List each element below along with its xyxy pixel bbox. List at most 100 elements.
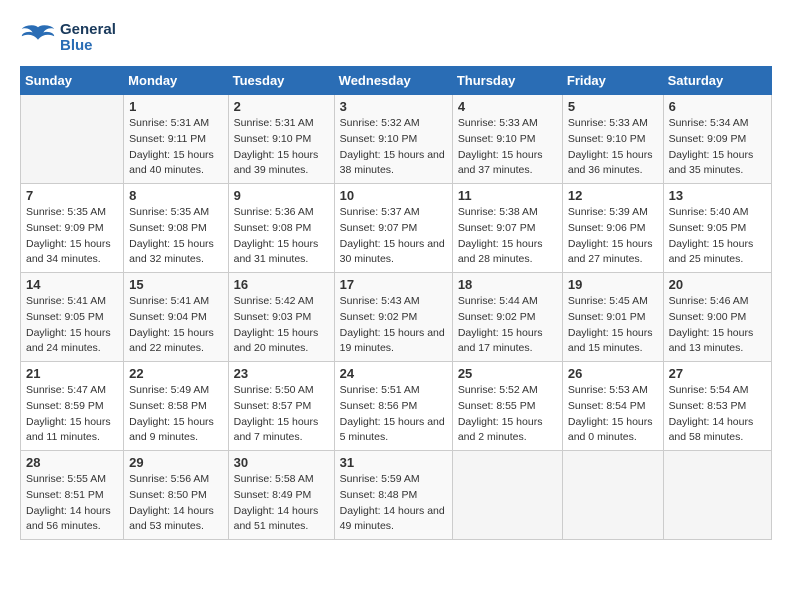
calendar-cell: 19 Sunrise: 5:45 AMSunset: 9:01 PMDaylig… [562,273,663,362]
day-number: 27 [669,366,766,381]
day-number: 5 [568,99,658,114]
calendar-cell: 10 Sunrise: 5:37 AMSunset: 9:07 PMDaylig… [334,184,452,273]
day-number: 3 [340,99,447,114]
day-number: 9 [234,188,329,203]
day-info: Sunrise: 5:40 AMSunset: 9:05 PMDaylight:… [669,205,766,268]
calendar-cell: 25 Sunrise: 5:52 AMSunset: 8:55 PMDaylig… [452,362,562,451]
week-row: 1 Sunrise: 5:31 AMSunset: 9:11 PMDayligh… [21,95,772,184]
day-info: Sunrise: 5:58 AMSunset: 8:49 PMDaylight:… [234,472,329,535]
calendar-cell: 6 Sunrise: 5:34 AMSunset: 9:09 PMDayligh… [663,95,771,184]
weekday-header: Friday [562,67,663,95]
day-number: 24 [340,366,447,381]
calendar-cell: 1 Sunrise: 5:31 AMSunset: 9:11 PMDayligh… [124,95,228,184]
calendar-cell: 7 Sunrise: 5:35 AMSunset: 9:09 PMDayligh… [21,184,124,273]
day-info: Sunrise: 5:31 AMSunset: 9:11 PMDaylight:… [129,116,222,179]
calendar-cell: 26 Sunrise: 5:53 AMSunset: 8:54 PMDaylig… [562,362,663,451]
calendar-cell: 14 Sunrise: 5:41 AMSunset: 9:05 PMDaylig… [21,273,124,362]
weekday-header: Sunday [21,67,124,95]
day-info: Sunrise: 5:33 AMSunset: 9:10 PMDaylight:… [568,116,658,179]
day-number: 21 [26,366,118,381]
logo-text-block: General Blue [60,22,116,55]
day-info: Sunrise: 5:41 AMSunset: 9:05 PMDaylight:… [26,294,118,357]
calendar-cell: 29 Sunrise: 5:56 AMSunset: 8:50 PMDaylig… [124,451,228,540]
calendar-cell: 31 Sunrise: 5:59 AMSunset: 8:48 PMDaylig… [334,451,452,540]
calendar-cell: 18 Sunrise: 5:44 AMSunset: 9:02 PMDaylig… [452,273,562,362]
day-info: Sunrise: 5:43 AMSunset: 9:02 PMDaylight:… [340,294,447,357]
day-info: Sunrise: 5:53 AMSunset: 8:54 PMDaylight:… [568,383,658,446]
calendar-cell: 12 Sunrise: 5:39 AMSunset: 9:06 PMDaylig… [562,184,663,273]
weekday-header: Monday [124,67,228,95]
calendar-cell: 9 Sunrise: 5:36 AMSunset: 9:08 PMDayligh… [228,184,334,273]
day-number: 23 [234,366,329,381]
day-number: 8 [129,188,222,203]
day-number: 6 [669,99,766,114]
day-info: Sunrise: 5:34 AMSunset: 9:09 PMDaylight:… [669,116,766,179]
day-number: 19 [568,277,658,292]
calendar-cell: 20 Sunrise: 5:46 AMSunset: 9:00 PMDaylig… [663,273,771,362]
day-info: Sunrise: 5:45 AMSunset: 9:01 PMDaylight:… [568,294,658,357]
day-number: 4 [458,99,557,114]
calendar-cell: 22 Sunrise: 5:49 AMSunset: 8:58 PMDaylig… [124,362,228,451]
weekday-header: Tuesday [228,67,334,95]
calendar-cell: 8 Sunrise: 5:35 AMSunset: 9:08 PMDayligh… [124,184,228,273]
calendar-cell [452,451,562,540]
day-number: 7 [26,188,118,203]
weekday-header: Wednesday [334,67,452,95]
day-number: 13 [669,188,766,203]
calendar-cell: 17 Sunrise: 5:43 AMSunset: 9:02 PMDaylig… [334,273,452,362]
day-number: 2 [234,99,329,114]
day-number: 15 [129,277,222,292]
day-number: 25 [458,366,557,381]
week-row: 21 Sunrise: 5:47 AMSunset: 8:59 PMDaylig… [21,362,772,451]
calendar-cell: 5 Sunrise: 5:33 AMSunset: 9:10 PMDayligh… [562,95,663,184]
day-info: Sunrise: 5:42 AMSunset: 9:03 PMDaylight:… [234,294,329,357]
day-number: 30 [234,455,329,470]
day-info: Sunrise: 5:47 AMSunset: 8:59 PMDaylight:… [26,383,118,446]
calendar-cell: 4 Sunrise: 5:33 AMSunset: 9:10 PMDayligh… [452,95,562,184]
calendar-cell: 13 Sunrise: 5:40 AMSunset: 9:05 PMDaylig… [663,184,771,273]
day-info: Sunrise: 5:51 AMSunset: 8:56 PMDaylight:… [340,383,447,446]
calendar-cell: 30 Sunrise: 5:58 AMSunset: 8:49 PMDaylig… [228,451,334,540]
day-number: 26 [568,366,658,381]
day-info: Sunrise: 5:56 AMSunset: 8:50 PMDaylight:… [129,472,222,535]
day-info: Sunrise: 5:50 AMSunset: 8:57 PMDaylight:… [234,383,329,446]
day-info: Sunrise: 5:35 AMSunset: 9:08 PMDaylight:… [129,205,222,268]
day-number: 29 [129,455,222,470]
logo-line2: Blue [60,38,116,55]
day-number: 22 [129,366,222,381]
day-info: Sunrise: 5:59 AMSunset: 8:48 PMDaylight:… [340,472,447,535]
calendar-cell: 2 Sunrise: 5:31 AMSunset: 9:10 PMDayligh… [228,95,334,184]
day-number: 10 [340,188,447,203]
day-info: Sunrise: 5:35 AMSunset: 9:09 PMDaylight:… [26,205,118,268]
day-info: Sunrise: 5:54 AMSunset: 8:53 PMDaylight:… [669,383,766,446]
calendar-cell: 11 Sunrise: 5:38 AMSunset: 9:07 PMDaylig… [452,184,562,273]
day-number: 14 [26,277,118,292]
calendar-cell [562,451,663,540]
day-number: 16 [234,277,329,292]
header-row: SundayMondayTuesdayWednesdayThursdayFrid… [21,67,772,95]
week-row: 14 Sunrise: 5:41 AMSunset: 9:05 PMDaylig… [21,273,772,362]
calendar-cell: 16 Sunrise: 5:42 AMSunset: 9:03 PMDaylig… [228,273,334,362]
day-info: Sunrise: 5:38 AMSunset: 9:07 PMDaylight:… [458,205,557,268]
logo-line1: General [60,22,116,39]
day-info: Sunrise: 5:31 AMSunset: 9:10 PMDaylight:… [234,116,329,179]
day-number: 28 [26,455,118,470]
day-info: Sunrise: 5:37 AMSunset: 9:07 PMDaylight:… [340,205,447,268]
week-row: 7 Sunrise: 5:35 AMSunset: 9:09 PMDayligh… [21,184,772,273]
calendar-cell: 27 Sunrise: 5:54 AMSunset: 8:53 PMDaylig… [663,362,771,451]
day-info: Sunrise: 5:36 AMSunset: 9:08 PMDaylight:… [234,205,329,268]
day-number: 12 [568,188,658,203]
weekday-header: Thursday [452,67,562,95]
calendar-cell: 21 Sunrise: 5:47 AMSunset: 8:59 PMDaylig… [21,362,124,451]
day-info: Sunrise: 5:44 AMSunset: 9:02 PMDaylight:… [458,294,557,357]
day-info: Sunrise: 5:46 AMSunset: 9:00 PMDaylight:… [669,294,766,357]
day-number: 1 [129,99,222,114]
page-header: General Blue [20,20,772,56]
day-info: Sunrise: 5:52 AMSunset: 8:55 PMDaylight:… [458,383,557,446]
calendar-cell: 23 Sunrise: 5:50 AMSunset: 8:57 PMDaylig… [228,362,334,451]
day-info: Sunrise: 5:49 AMSunset: 8:58 PMDaylight:… [129,383,222,446]
day-number: 18 [458,277,557,292]
day-info: Sunrise: 5:41 AMSunset: 9:04 PMDaylight:… [129,294,222,357]
calendar-cell: 24 Sunrise: 5:51 AMSunset: 8:56 PMDaylig… [334,362,452,451]
calendar-table: SundayMondayTuesdayWednesdayThursdayFrid… [20,66,772,540]
